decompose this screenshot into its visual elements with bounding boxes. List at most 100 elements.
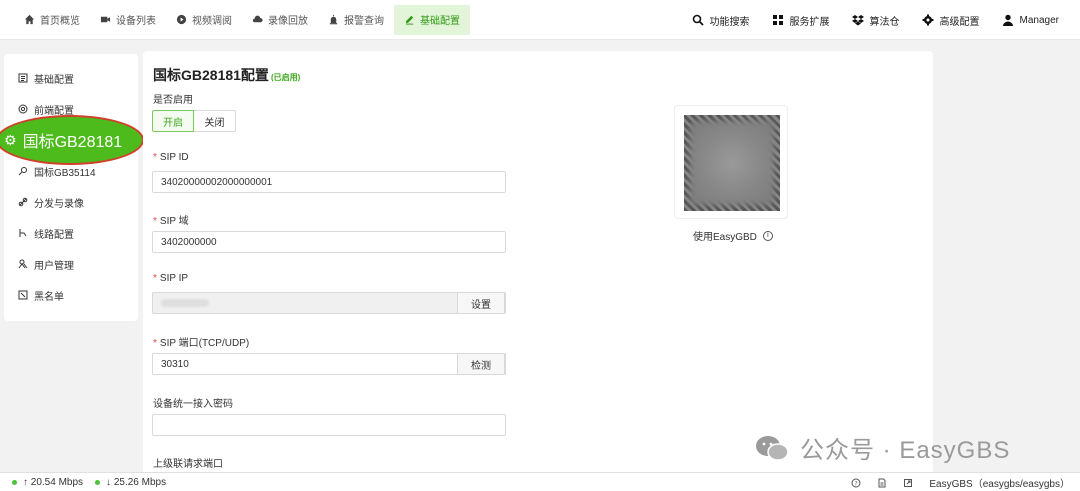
gear-icon: ⚙ bbox=[4, 131, 17, 148]
watermark: 公众号 · EasyGBS bbox=[754, 430, 1010, 465]
qr-blur-overlay bbox=[690, 121, 774, 205]
sidebar-item-basic-config[interactable]: 基础配置 bbox=[4, 66, 138, 90]
sidebar-item-gb28181[interactable]: ⚙ 国标GB28181 bbox=[0, 115, 144, 165]
gear-icon bbox=[922, 14, 934, 26]
nav-label: 报警查询 bbox=[344, 16, 384, 27]
account-info: EasyGBS（easygbs/easygbs） bbox=[929, 479, 1070, 490]
status-dot bbox=[12, 479, 17, 485]
qr-caption: 使用EasyGBD i bbox=[693, 228, 773, 243]
alarm-icon bbox=[329, 14, 338, 25]
nav-label: 功能搜索 bbox=[709, 16, 750, 28]
sip-id-field[interactable]: 34020000002000000001 bbox=[152, 171, 506, 193]
nav-item-algorithms[interactable]: 算法仓 bbox=[841, 5, 911, 35]
sip-port-field[interactable]: 30310 检测 bbox=[152, 353, 506, 375]
sip-id-label: * SIP ID bbox=[153, 152, 189, 163]
document-icon[interactable] bbox=[877, 478, 887, 488]
nav-item-video[interactable]: 视频调阅 bbox=[166, 5, 242, 35]
sidebar-item-label: 国标GB35114 bbox=[34, 167, 96, 179]
nav-item-advanced[interactable]: 高级配置 bbox=[911, 5, 991, 35]
cloud-icon bbox=[252, 15, 263, 23]
svg-text:?: ? bbox=[855, 480, 858, 487]
sip-ip-field[interactable]: 设置 bbox=[152, 292, 506, 314]
home-icon bbox=[24, 14, 35, 25]
nav-label: 高级配置 bbox=[939, 16, 980, 28]
key-icon bbox=[18, 167, 27, 176]
status-dot bbox=[95, 479, 101, 485]
page-title-text: 国标GB28181配置 bbox=[153, 67, 269, 83]
qr-caption-text: 使用EasyGBD bbox=[693, 232, 757, 243]
list-icon bbox=[18, 73, 28, 83]
sip-ip-value-redacted bbox=[161, 299, 209, 307]
sidebar-item-distribution[interactable]: 分发与录像 bbox=[4, 190, 138, 214]
search-icon bbox=[692, 14, 704, 26]
sidebar-item-label: 用户管理 bbox=[34, 260, 74, 272]
sip-ip-label: * SIP IP bbox=[153, 273, 189, 284]
sidebar-item-label: 黑名单 bbox=[34, 291, 64, 303]
route-icon bbox=[19, 229, 27, 237]
enable-off-button[interactable]: 关闭 bbox=[194, 110, 236, 132]
nav-item-alarm[interactable]: 报警查询 bbox=[318, 5, 394, 35]
nav-label: 录像回放 bbox=[268, 16, 308, 27]
nav-item-devices[interactable]: 设备列表 bbox=[90, 5, 166, 35]
nav-label: 设备列表 bbox=[116, 16, 156, 27]
play-icon bbox=[176, 14, 187, 25]
blacklist-icon bbox=[18, 290, 28, 300]
sip-id-label-text: SIP ID bbox=[159, 152, 189, 163]
sip-domain-field[interactable]: 3402000000 bbox=[152, 231, 506, 253]
status-badge: (已启用) bbox=[270, 73, 301, 82]
sip-domain-label-text: SIP 域 bbox=[159, 216, 189, 227]
help-icon[interactable]: ? bbox=[851, 478, 861, 488]
grid-icon bbox=[772, 15, 783, 25]
sidebar-item-label: 线路配置 bbox=[34, 229, 74, 241]
top-navbar: 首页概览 设备列表 视频调阅 录像回放 报警查询 基础配置 功能搜索 服务扩展 … bbox=[0, 0, 1080, 40]
sip-id-value: 34020000002000000001 bbox=[161, 176, 273, 188]
download-rate-text: ↓ 25.26 Mbps bbox=[106, 476, 167, 488]
sip-port-label: * SIP 端口(TCP/UDP) bbox=[153, 338, 250, 349]
dropbox-icon bbox=[851, 15, 864, 26]
sidebar-item-routes[interactable]: 线路配置 bbox=[4, 221, 138, 245]
nav-label: 视频调阅 bbox=[192, 16, 232, 27]
sip-port-check-button[interactable]: 检测 bbox=[457, 353, 505, 375]
config-panel: 国标GB28181配置 (已启用) 是否启用 开启 关闭 * SIP ID 3402… bbox=[143, 51, 933, 491]
sidebar-item-label: 国标GB28181 bbox=[22, 134, 123, 151]
export-icon[interactable] bbox=[903, 478, 913, 488]
nav-item-services[interactable]: 服务扩展 bbox=[761, 5, 841, 35]
nav-label: 服务扩展 bbox=[789, 16, 830, 28]
user-icon bbox=[1002, 14, 1013, 26]
enable-label: 是否启用 bbox=[153, 95, 193, 106]
camera-icon bbox=[100, 16, 111, 23]
nav-item-search[interactable]: 功能搜索 bbox=[681, 5, 761, 35]
target-icon bbox=[18, 104, 28, 114]
nav-item-home[interactable]: 首页概览 bbox=[14, 5, 90, 35]
password-field[interactable] bbox=[152, 414, 506, 436]
sidebar-item-label: 基础配置 bbox=[34, 74, 74, 86]
watermark-text: 公众号 · EasyGBS bbox=[800, 437, 1011, 464]
sip-domain-value: 3402000000 bbox=[161, 236, 217, 248]
edit-icon bbox=[405, 15, 414, 25]
nav-label: 首页概览 bbox=[40, 16, 80, 27]
sip-port-value: 30310 bbox=[161, 358, 189, 370]
download-rate: ↓ 25.26 Mbps bbox=[95, 477, 166, 488]
sip-port-label-text: SIP 端口(TCP/UDP) bbox=[159, 338, 250, 349]
sidebar-item-users[interactable]: 用户管理 bbox=[4, 252, 138, 276]
upstream-port-label: 上级联请求端口 bbox=[153, 459, 223, 470]
link-icon bbox=[18, 197, 28, 207]
nav-item-basic-config[interactable]: 基础配置 bbox=[394, 4, 470, 35]
status-bar: ↑ 20.54 Mbps ↓ 25.26 Mbps ? EasyGBS（easy… bbox=[0, 472, 1080, 491]
sip-domain-label: * SIP 域 bbox=[153, 216, 189, 227]
nav-label: 算法仓 bbox=[869, 16, 900, 28]
password-label: 设备统一接入密码 bbox=[153, 399, 233, 410]
nav-item-user[interactable]: Manager bbox=[991, 5, 1070, 35]
sidebar-item-blacklist[interactable]: 黑名单 bbox=[4, 283, 138, 307]
page-title: 国标GB28181配置 (已启用) bbox=[153, 65, 300, 85]
nav-item-playback[interactable]: 录像回放 bbox=[242, 5, 318, 35]
upload-rate: ↑ 20.54 Mbps bbox=[12, 477, 83, 488]
info-icon[interactable]: i bbox=[762, 230, 773, 241]
sip-ip-label-text: SIP IP bbox=[159, 273, 189, 284]
wechat-icon bbox=[756, 435, 789, 461]
upload-rate-text: ↑ 20.54 Mbps bbox=[23, 476, 84, 488]
enable-on-button[interactable]: 开启 bbox=[152, 110, 194, 132]
sidebar-item-label: 分发与录像 bbox=[34, 198, 84, 210]
sidebar: 基础配置 前端配置 国标GB35114 分发与录像 线路配置 用户管理 黑名单 bbox=[4, 54, 138, 321]
sip-ip-set-button[interactable]: 设置 bbox=[457, 292, 505, 314]
